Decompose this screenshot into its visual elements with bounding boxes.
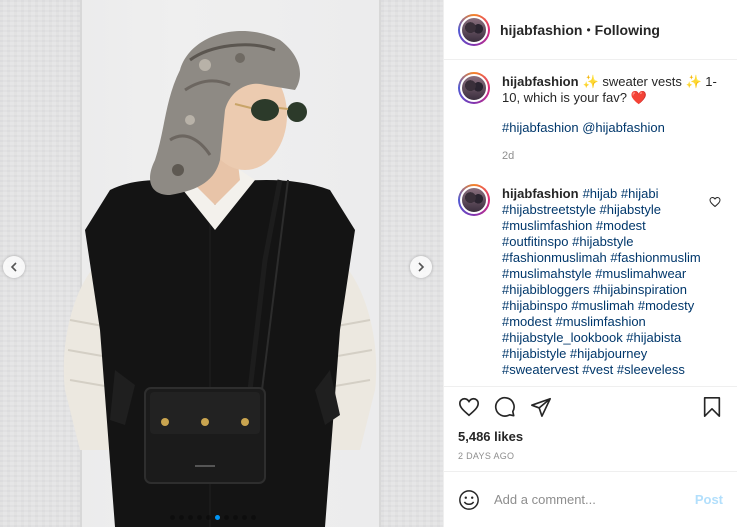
woman-in-hijab-figure	[63, 31, 377, 527]
share-button[interactable]	[530, 396, 552, 418]
emoji-icon[interactable]	[458, 489, 480, 511]
carousel-dot	[170, 515, 175, 520]
header-username[interactable]: hijabfashion	[500, 22, 582, 38]
avatar[interactable]	[458, 184, 490, 216]
comment-item: hijabfashion #hijab #hijabi #hijabstreets…	[458, 184, 721, 378]
carousel-dot	[224, 515, 229, 520]
caption: hijabfashion ✨ sweater vests ✨ 1-10, whic…	[458, 72, 721, 164]
carousel-dot	[197, 515, 202, 520]
share-icon	[531, 397, 551, 417]
following-button[interactable]: Following	[595, 22, 660, 38]
heart-icon	[459, 397, 479, 417]
comment-button[interactable]	[494, 396, 516, 418]
carousel-dot	[233, 515, 238, 520]
avatar[interactable]	[458, 72, 490, 104]
carousel-dot	[188, 515, 193, 520]
previous-slide-button[interactable]	[3, 256, 25, 278]
likes-count[interactable]: 5,486 likes	[444, 427, 737, 447]
carousel-dot	[179, 515, 184, 520]
post-header: hijabfashion • Following	[444, 0, 737, 60]
like-button[interactable]	[458, 396, 480, 418]
carousel-dot	[215, 515, 220, 520]
post-sidebar: hijabfashion • Following hijabfashion ✨ s…	[443, 0, 737, 527]
carousel-dot	[206, 515, 211, 520]
carousel-dot	[251, 515, 256, 520]
chevron-left-icon	[10, 262, 17, 272]
comment-icon	[494, 396, 515, 417]
comment-input[interactable]	[494, 492, 695, 507]
carousel-dot	[242, 515, 247, 520]
comment-username[interactable]: hijabfashion	[502, 186, 579, 201]
next-slide-button[interactable]	[410, 256, 432, 278]
post-date[interactable]: 2 DAYS AGO	[444, 447, 737, 471]
bookmark-icon	[703, 397, 721, 417]
add-comment-bar: Post	[444, 471, 737, 527]
caption-hashtags[interactable]: #hijabfashion @hijabfashion	[502, 120, 721, 136]
post-modal: hijabfashion • Following hijabfashion ✨ s…	[0, 0, 737, 527]
chevron-right-icon	[418, 262, 425, 272]
post-comment-button[interactable]: Post	[695, 492, 723, 507]
avatar[interactable]	[458, 13, 490, 46]
save-button[interactable]	[701, 396, 723, 418]
carousel-indicator	[170, 515, 256, 520]
comment-text[interactable]: #hijab #hijabi #hijabstreetstyle #hijabs…	[502, 186, 701, 377]
separator-bullet: •	[586, 22, 591, 37]
action-bar	[444, 387, 737, 427]
comment-like-icon[interactable]	[709, 196, 721, 208]
post-photo[interactable]	[0, 0, 443, 527]
comments-section[interactable]: hijabfashion ✨ sweater vests ✨ 1-10, whic…	[444, 60, 737, 387]
caption-time[interactable]: 2d	[502, 148, 721, 164]
caption-username[interactable]: hijabfashion	[502, 74, 579, 89]
